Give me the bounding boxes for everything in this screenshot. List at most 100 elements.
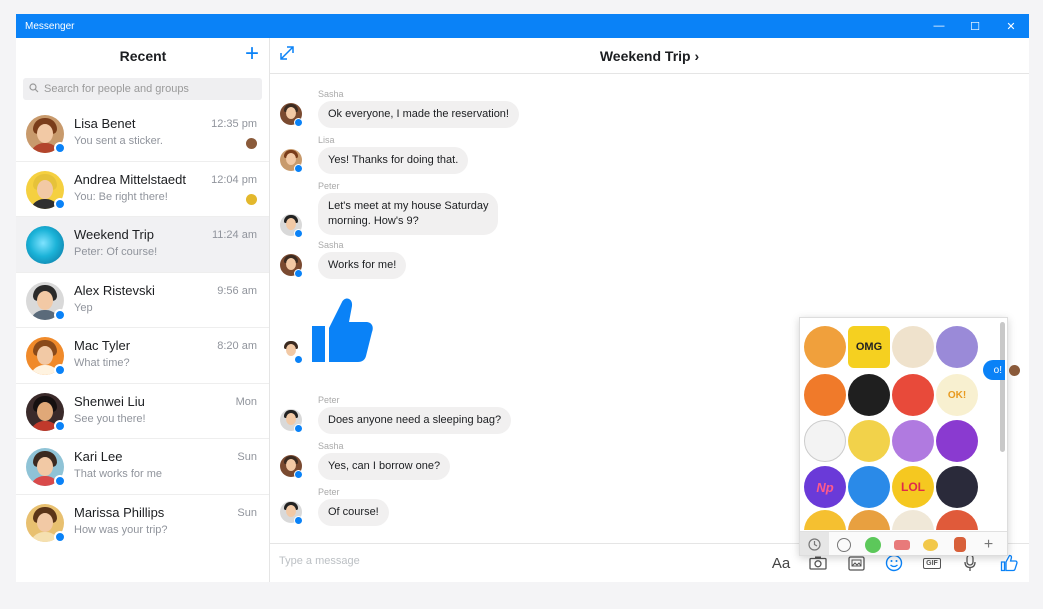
seen-avatar-icon xyxy=(246,138,257,149)
sticker-scrollbar[interactable] xyxy=(1000,322,1005,452)
group-avatar xyxy=(26,226,64,264)
message-sender: Peter xyxy=(318,395,340,405)
bunny-icon xyxy=(836,537,851,552)
title-bar: Messenger — ☐ ✕ xyxy=(16,14,1029,38)
conversation-name: Marissa Phillips xyxy=(74,504,165,520)
conversation-preview: You: Be right there! xyxy=(74,190,168,203)
own-message-bubble[interactable]: o! xyxy=(983,360,1005,380)
window-title: Messenger xyxy=(25,20,75,32)
search-box[interactable] xyxy=(23,78,262,100)
chat-title[interactable]: Weekend Trip › xyxy=(270,48,1029,64)
recent-stickers-tab[interactable] xyxy=(800,531,829,555)
messenger-badge-icon xyxy=(54,364,66,376)
sticker-purple-swirl[interactable] xyxy=(936,420,978,462)
messenger-badge-icon xyxy=(294,269,303,278)
conversation-name: Lisa Benet xyxy=(74,116,136,131)
sticker-pack-tab-green[interactable] xyxy=(858,532,887,556)
messenger-badge-icon xyxy=(54,142,66,154)
message-sender: Sasha xyxy=(318,441,344,451)
font-size-button[interactable]: Aa xyxy=(770,552,792,574)
thumbs-up-sticker[interactable] xyxy=(310,296,374,369)
message-sender: Lisa xyxy=(318,135,335,145)
conversation-kari-lee[interactable]: Kari Lee That works for me Sun xyxy=(16,439,269,495)
message-bubble[interactable]: Works for me! xyxy=(318,252,407,279)
conversation-name: Shenwei Liu xyxy=(74,393,145,409)
message-bubble[interactable]: Of course! xyxy=(318,499,389,526)
sticker-pack-tabs: + xyxy=(800,531,1007,556)
conversation-preview: Yep xyxy=(74,301,93,314)
messenger-badge-icon xyxy=(294,118,303,127)
messenger-window: Messenger — ☐ ✕ Recent + Lisa Benet You … xyxy=(16,14,1029,582)
message-sender: Peter xyxy=(318,181,340,191)
conversation-preview: See you there! xyxy=(74,412,146,425)
sticker-lol[interactable]: LOL xyxy=(892,466,934,508)
messenger-badge-icon xyxy=(54,419,66,432)
message-bubble[interactable]: Let's meet at my house Saturday morning.… xyxy=(318,193,499,235)
sticker-bird[interactable] xyxy=(936,326,978,368)
sticker-red-blob[interactable] xyxy=(892,374,934,416)
minimize-button[interactable]: — xyxy=(921,14,957,38)
conversation-name: Weekend Trip xyxy=(74,227,154,242)
message-sender: Sasha xyxy=(318,89,344,99)
message-line: morning. How's 9? xyxy=(328,215,419,227)
fox-sticker-icon xyxy=(953,537,966,552)
message-bubble[interactable]: Yes, can I borrow one? xyxy=(318,453,451,480)
sticker-burger[interactable] xyxy=(848,510,890,530)
message-line: Let's meet at my house Saturday xyxy=(328,200,489,212)
conversation-marissa-phillips[interactable]: Marissa Phillips How was your trip? Sun xyxy=(16,495,269,551)
sticker-egg[interactable] xyxy=(892,510,934,530)
sticker-sign-cat[interactable] xyxy=(848,420,890,462)
close-button[interactable]: ✕ xyxy=(993,14,1029,38)
sticker-text: LOL xyxy=(901,480,925,494)
messenger-badge-icon xyxy=(294,355,303,364)
message-sender: Sasha xyxy=(318,240,344,250)
sticker-np[interactable]: Np xyxy=(804,466,846,508)
sticker-fox[interactable] xyxy=(804,326,846,368)
sticker-goat[interactable] xyxy=(892,326,934,368)
sticker-smile[interactable] xyxy=(804,510,846,530)
conversation-preview: Peter: Of course! xyxy=(74,246,158,258)
sticker-wink-face[interactable] xyxy=(936,466,978,508)
sticker-bunny[interactable] xyxy=(804,420,846,462)
sticker-pack-tab-bees[interactable] xyxy=(916,532,945,556)
sticker-purple-monster[interactable] xyxy=(892,420,934,462)
messenger-badge-icon xyxy=(294,470,303,479)
sticker-dog[interactable] xyxy=(936,510,978,530)
sticker-text: Np xyxy=(816,479,834,495)
messenger-badge-icon xyxy=(54,475,66,487)
seen-avatar-icon xyxy=(246,193,257,205)
sticker-ok-egg[interactable]: OK! xyxy=(936,374,978,416)
sticker-omg[interactable]: OMG xyxy=(848,326,890,368)
bee-sticker-icon xyxy=(923,538,938,551)
message-sender: Peter xyxy=(318,487,340,497)
conversation-mac-tyler[interactable]: Mac Tyler What time? 8:20 am xyxy=(16,328,269,384)
sticker-penguin[interactable] xyxy=(848,374,890,416)
sticker-pack-tab-fox[interactable] xyxy=(945,532,974,556)
conversation-preview: What time? xyxy=(74,357,130,369)
sticker-fish[interactable] xyxy=(804,374,846,416)
sidebar-title: Recent xyxy=(119,48,167,64)
search-icon xyxy=(29,82,39,96)
conversation-weekend-trip[interactable]: Weekend Trip Peter: Of course! 11:24 am xyxy=(16,217,269,273)
conversation-alex-ristevski[interactable]: Alex Ristevski Yep 9:56 am xyxy=(16,273,269,328)
messenger-badge-icon xyxy=(54,308,66,321)
sticker-blue-ghost[interactable] xyxy=(848,466,890,508)
add-sticker-pack-button[interactable]: + xyxy=(974,532,1003,556)
search-input[interactable] xyxy=(44,83,244,95)
conversation-andrea-mittelstaedt[interactable]: Andrea Mittelstaedt You: Be right there!… xyxy=(16,162,269,217)
conversation-name: Mac Tyler xyxy=(74,338,131,353)
conversation-preview: That works for me xyxy=(74,468,163,480)
conversation-preview: You sent a sticker. xyxy=(74,135,163,147)
sticker-pack-tab-truck[interactable] xyxy=(887,532,916,556)
seen-avatar-icon xyxy=(1009,365,1020,376)
message-bubble[interactable]: Ok everyone, I made the reservation! xyxy=(318,101,519,128)
sticker-pack-tab-bunny[interactable] xyxy=(829,532,858,556)
conversation-lisa-benet[interactable]: Lisa Benet You sent a sticker. 12:35 pm xyxy=(16,106,269,162)
message-bubble[interactable]: Does anyone need a sleeping bag? xyxy=(318,407,512,434)
maximize-button[interactable]: ☐ xyxy=(957,14,993,38)
conversation-name: Kari Lee xyxy=(74,449,123,464)
message-input[interactable] xyxy=(279,555,579,567)
message-bubble[interactable]: Yes! Thanks for doing that. xyxy=(318,147,469,174)
conversation-shenwei-liu[interactable]: Shenwei Liu See you there! Mon xyxy=(16,384,269,439)
new-message-button[interactable]: + xyxy=(245,42,259,66)
